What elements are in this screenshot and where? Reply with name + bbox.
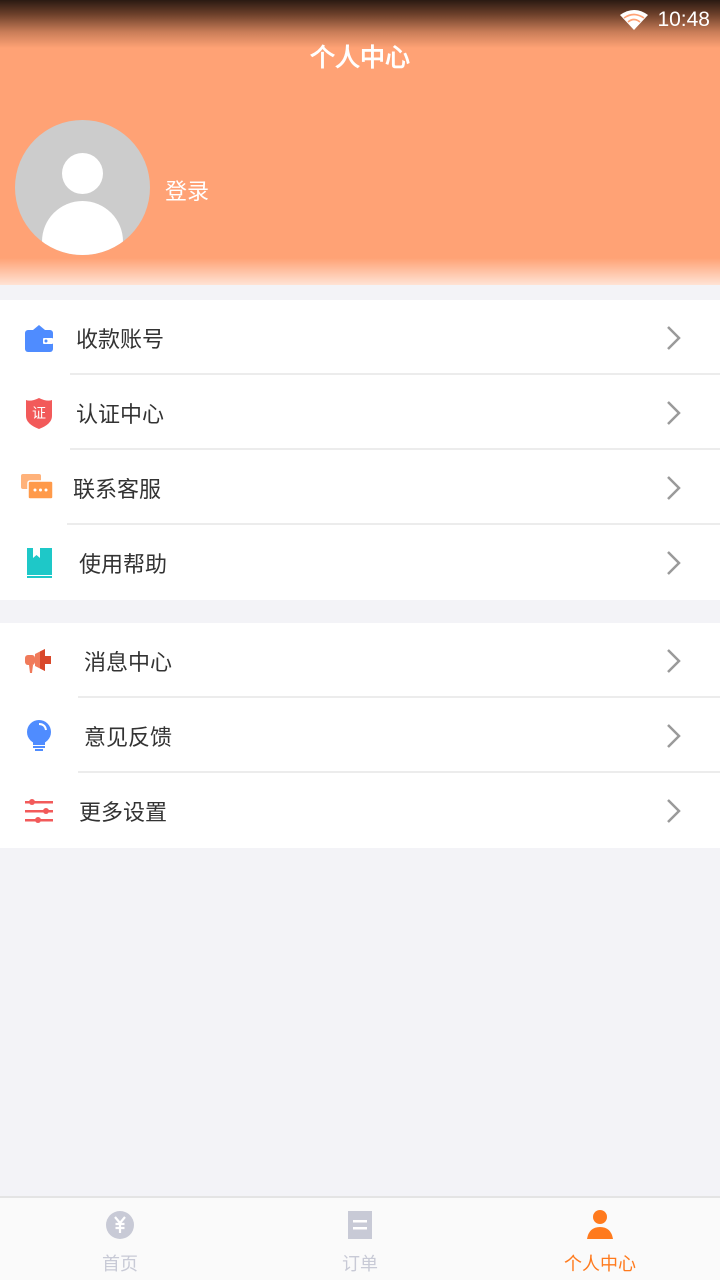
- document-icon: [343, 1208, 377, 1242]
- login-button[interactable]: 登录: [165, 174, 209, 206]
- tab-label: 个人中心: [564, 1254, 636, 1275]
- wifi-icon: [620, 10, 649, 30]
- menu-label: 使用帮助: [79, 552, 168, 578]
- menu-label: 意见反馈: [84, 725, 173, 751]
- menu-item-customer-service[interactable]: 联系客服: [0, 450, 720, 525]
- menu-label: 收款账号: [76, 327, 165, 353]
- menu-item-message-center[interactable]: 消息中心: [0, 623, 720, 698]
- status-bar: 10:48: [619, 6, 710, 34]
- tab-label: 订单: [342, 1254, 378, 1275]
- megaphone-icon: [22, 644, 56, 678]
- menu-label: 认证中心: [76, 402, 165, 428]
- page-title: 个人中心: [309, 43, 410, 72]
- certificate-shield-icon: 证: [22, 396, 56, 430]
- tab-label: 首页: [102, 1254, 138, 1275]
- chevron-right-icon: [667, 325, 681, 350]
- menu-item-feedback[interactable]: 意见反馈: [0, 698, 720, 773]
- user-avatar-icon[interactable]: [15, 120, 150, 255]
- menu-label: 更多设置: [79, 800, 168, 826]
- tab-home[interactable]: 首页: [0, 1198, 240, 1280]
- profile-header: 10:48 个人中心 登录: [0, 0, 720, 285]
- chevron-right-icon: [667, 550, 681, 575]
- wallet-icon: [22, 321, 56, 355]
- menu-item-more-settings[interactable]: 更多设置: [0, 773, 720, 848]
- chevron-right-icon: [667, 400, 681, 425]
- status-time: 10:48: [657, 8, 710, 31]
- lightbulb-icon: [22, 719, 56, 753]
- person-icon: [583, 1208, 617, 1242]
- sliders-icon: [22, 794, 56, 828]
- menu-item-payment-account[interactable]: 收款账号: [0, 300, 720, 375]
- chevron-right-icon: [667, 798, 681, 823]
- menu-item-help[interactable]: 使用帮助: [0, 525, 720, 600]
- chevron-right-icon: [667, 475, 681, 500]
- bookmark-book-icon: [22, 546, 56, 580]
- menu-group-account: 收款账号 证 认证中心 联系客服 使用帮助: [0, 300, 720, 600]
- chat-bubbles-icon: [20, 471, 54, 505]
- svg-text:证: 证: [32, 406, 46, 422]
- tab-profile[interactable]: 个人中心: [480, 1198, 720, 1280]
- menu-group-settings: 消息中心 意见反馈 更多设置: [0, 623, 720, 848]
- menu-label: 消息中心: [84, 650, 173, 676]
- menu-label: 联系客服: [73, 477, 162, 503]
- bottom-tab-bar: 首页 订单 个人中心: [0, 1196, 720, 1280]
- chevron-right-icon: [667, 723, 681, 748]
- tab-orders[interactable]: 订单: [240, 1198, 480, 1280]
- chevron-right-icon: [667, 648, 681, 673]
- yuan-coin-icon: [103, 1208, 137, 1242]
- menu-item-certification-center[interactable]: 证 认证中心: [0, 375, 720, 450]
